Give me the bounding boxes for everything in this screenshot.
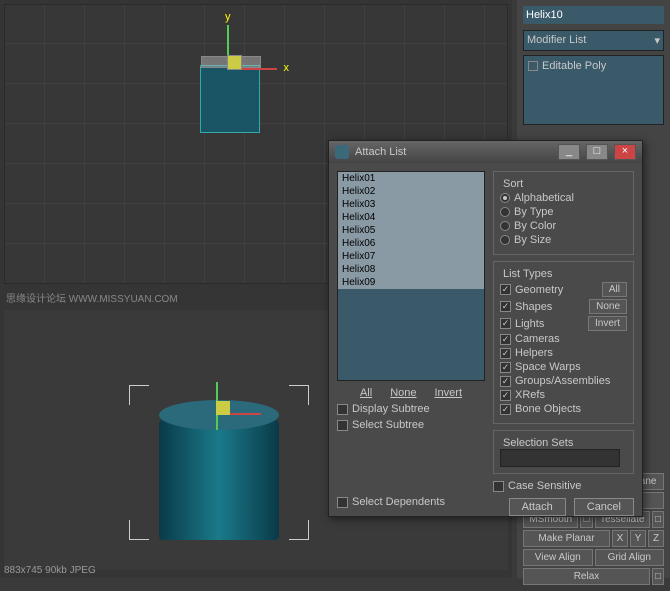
relax-settings-button[interactable]: □: [652, 568, 664, 585]
tessellate-settings-button[interactable]: □: [652, 511, 664, 528]
object-list[interactable]: Helix01 Helix02 Helix03 Helix04 Helix05 …: [337, 171, 485, 381]
sort-by-color-radio[interactable]: [500, 221, 510, 231]
wireframe-object[interactable]: [200, 65, 260, 133]
select-dependents-checkbox[interactable]: [337, 497, 348, 508]
invert-button[interactable]: Invert: [435, 387, 463, 399]
xrefs-checkbox[interactable]: [500, 390, 511, 401]
attach-button[interactable]: Attach: [509, 498, 566, 516]
attach-list-dialog: Attach List _ □ × Helix01 Helix02 Helix0…: [328, 140, 643, 517]
types-all-button[interactable]: All: [602, 282, 627, 297]
maximize-button[interactable]: □: [586, 144, 608, 160]
watermark: 思缘设计论坛 WWW.MISSYUAN.COM: [6, 290, 178, 305]
types-none-button[interactable]: None: [589, 299, 627, 314]
grid-align-button[interactable]: Grid Align: [595, 549, 665, 566]
list-item[interactable]: Helix03: [338, 198, 484, 211]
sort-group: Sort Alphabetical By Type By Color By Si…: [493, 171, 634, 255]
bone-objects-checkbox[interactable]: [500, 404, 511, 415]
close-button[interactable]: ×: [614, 144, 636, 160]
dialog-titlebar[interactable]: Attach List _ □ ×: [329, 141, 642, 163]
cameras-checkbox[interactable]: [500, 334, 511, 345]
app-icon: [335, 145, 349, 159]
selection-sets-group: Selection Sets: [493, 430, 634, 474]
planar-x-button[interactable]: X: [612, 530, 628, 547]
groups-checkbox[interactable]: [500, 376, 511, 387]
types-invert-button[interactable]: Invert: [588, 316, 627, 331]
display-subtree-checkbox[interactable]: [337, 404, 348, 415]
relax-button[interactable]: Relax: [523, 568, 650, 585]
view-align-button[interactable]: View Align: [523, 549, 593, 566]
list-item[interactable]: Helix01: [338, 172, 484, 185]
selection-sets-dropdown[interactable]: [500, 449, 620, 467]
expand-icon[interactable]: [528, 61, 538, 71]
modifier-item[interactable]: Editable Poly: [542, 60, 606, 72]
modifier-stack[interactable]: Editable Poly: [523, 55, 664, 125]
lights-checkbox[interactable]: [500, 318, 511, 329]
select-subtree-checkbox[interactable]: [337, 420, 348, 431]
make-planar-button[interactable]: Make Planar: [523, 530, 610, 547]
list-item[interactable]: Helix05: [338, 224, 484, 237]
object-name-field[interactable]: Helix10: [523, 6, 664, 24]
list-item[interactable]: Helix04: [338, 211, 484, 224]
gizmo2-xy-plane[interactable]: [216, 401, 230, 415]
planar-y-button[interactable]: Y: [630, 530, 646, 547]
geometry-checkbox[interactable]: [500, 284, 511, 295]
minimize-button[interactable]: _: [558, 144, 580, 160]
list-item[interactable]: Helix06: [338, 237, 484, 250]
cancel-button[interactable]: Cancel: [574, 498, 634, 516]
gizmo-xy-plane[interactable]: [227, 55, 242, 70]
list-item[interactable]: Helix07: [338, 250, 484, 263]
space-warps-checkbox[interactable]: [500, 362, 511, 373]
image-info: 883x745 90kb JPEG: [4, 565, 96, 576]
all-button[interactable]: All: [360, 387, 372, 399]
none-button[interactable]: None: [390, 387, 416, 399]
list-types-group: List Types GeometryAll ShapesNone Lights…: [493, 261, 634, 424]
list-item[interactable]: Helix09: [338, 276, 484, 289]
sort-by-size-radio[interactable]: [500, 235, 510, 245]
modifier-list-dropdown[interactable]: Modifier List ▾: [523, 30, 664, 51]
sort-alphabetical-radio[interactable]: [500, 193, 510, 203]
sort-by-type-radio[interactable]: [500, 207, 510, 217]
dialog-title: Attach List: [355, 146, 406, 158]
helpers-checkbox[interactable]: [500, 348, 511, 359]
chevron-down-icon: ▾: [654, 34, 660, 47]
case-sensitive-checkbox[interactable]: [493, 481, 504, 492]
list-item[interactable]: Helix08: [338, 263, 484, 276]
list-item[interactable]: Helix02: [338, 185, 484, 198]
planar-z-button[interactable]: Z: [648, 530, 664, 547]
shapes-checkbox[interactable]: [500, 301, 511, 312]
cylinder-object[interactable]: [159, 420, 279, 540]
